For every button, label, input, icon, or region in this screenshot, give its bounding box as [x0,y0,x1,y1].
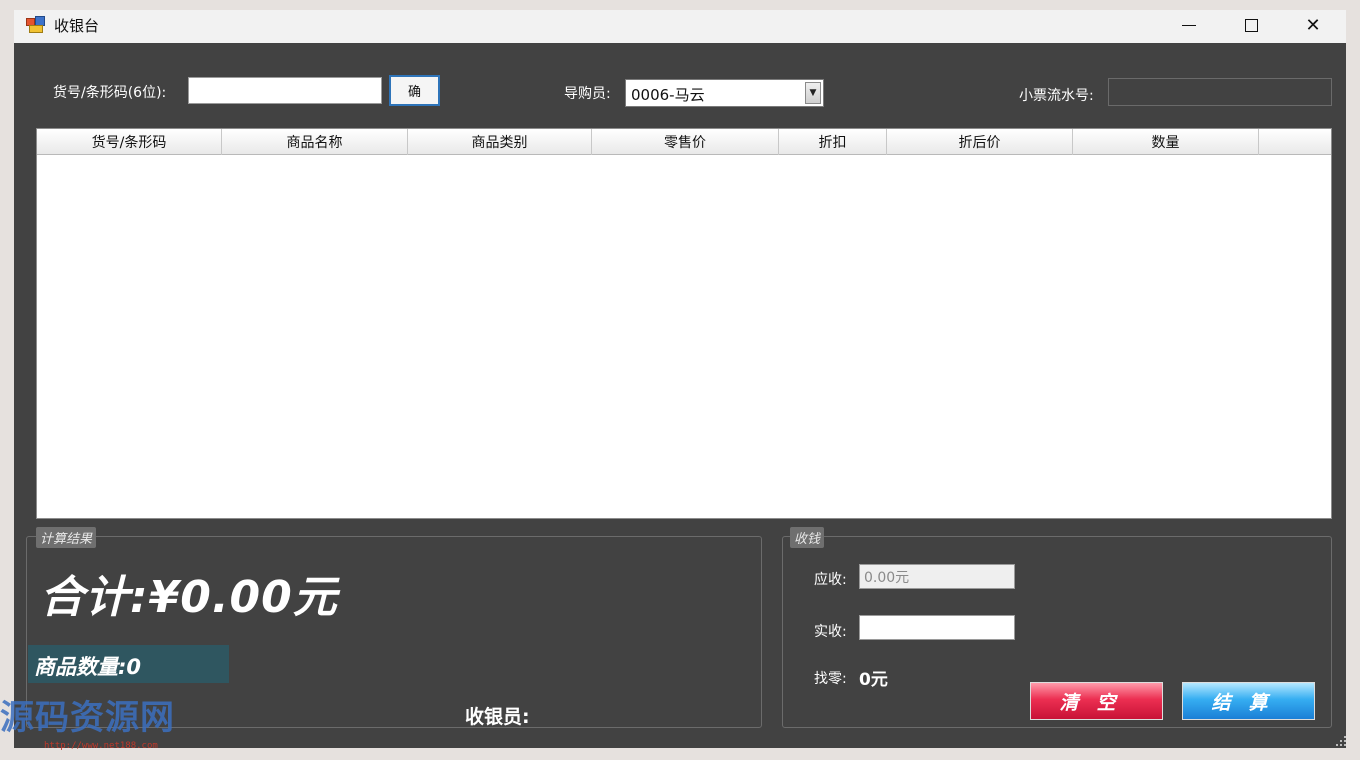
guide-select[interactable]: 0006-马云 ▼ [625,79,824,107]
resize-grip-icon[interactable] [1336,736,1346,746]
grid-header: 货号/条形码 商品名称 商品类别 零售价 折扣 折后价 数量 [37,129,1331,155]
clear-button[interactable]: 清空 [1030,682,1163,720]
col-header-retail-price[interactable]: 零售价 [592,129,779,155]
app-logo-icon [26,16,46,34]
change-label: 找零: [814,671,847,687]
paid-label: 实收: [814,624,847,640]
due-field [859,564,1015,589]
minimize-icon [1182,24,1196,26]
col-header-discounted-price[interactable]: 折后价 [887,129,1073,155]
result-group-title: 计算结果 [36,527,97,548]
settle-button[interactable]: 结算 [1182,682,1315,720]
maximize-button[interactable] [1220,10,1282,40]
barcode-label: 货号/条形码(6位): [53,85,167,101]
window-title: 收银台 [54,17,100,35]
close-button[interactable]: ✕ [1282,10,1344,40]
barcode-input[interactable] [188,77,382,104]
receipt-number-field[interactable] [1108,78,1332,106]
confirm-button[interactable]: 确 [389,75,440,106]
total-amount: 合计:¥0.00元 [40,572,338,623]
watermark-logo: 源码资源网 [0,698,175,738]
col-header-quantity[interactable]: 数量 [1073,129,1259,155]
cashier-window: 收银台 ✕ 货号/条形码(6位): 确 导购员: 0006-马云 ▼ 小票流水号… [14,10,1346,748]
due-label: 应收: [814,572,847,588]
minimize-button[interactable] [1158,10,1220,40]
watermark-url: http://www.net188.com [44,741,158,751]
col-header-name[interactable]: 商品名称 [222,129,408,155]
col-header-barcode[interactable]: 货号/条形码 [37,129,222,155]
maximize-icon [1244,18,1258,32]
payment-group-title: 收钱 [790,527,825,548]
close-icon: ✕ [1305,14,1321,36]
paid-input[interactable] [859,615,1015,640]
cashier-label: 收银员: [465,706,530,728]
receipt-label: 小票流水号: [1019,88,1094,104]
title-bar: 收银台 ✕ [14,10,1346,43]
item-count: 商品数量:0 [28,645,229,683]
change-value: 0元 [859,670,888,690]
chevron-down-icon[interactable]: ▼ [805,82,821,104]
col-header-filler [1259,129,1331,155]
product-grid[interactable]: 货号/条形码 商品名称 商品类别 零售价 折扣 折后价 数量 [36,128,1332,519]
col-header-discount[interactable]: 折扣 [779,129,887,155]
guide-selected-value: 0006-马云 [631,86,705,104]
guide-label: 导购员: [564,86,611,102]
col-header-category[interactable]: 商品类别 [408,129,592,155]
